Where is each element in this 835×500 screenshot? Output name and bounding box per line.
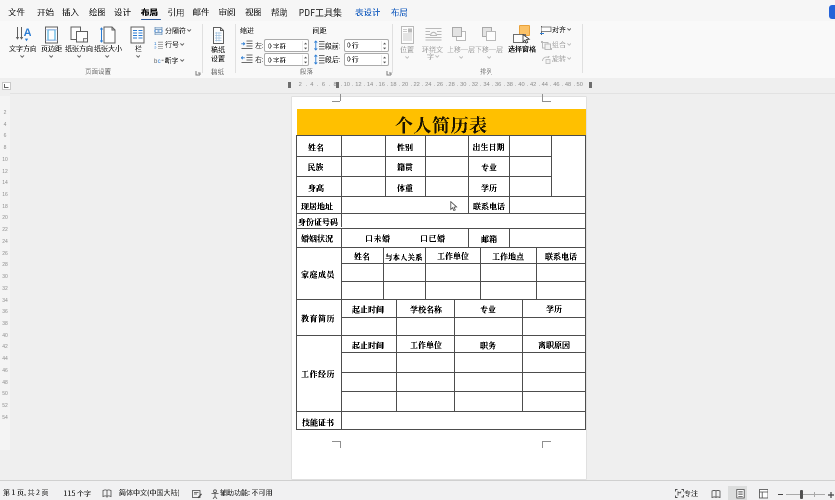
svg-text:A: A	[24, 27, 31, 39]
svg-text:c: c	[157, 59, 160, 65]
svg-text:2: 2	[154, 45, 157, 49]
